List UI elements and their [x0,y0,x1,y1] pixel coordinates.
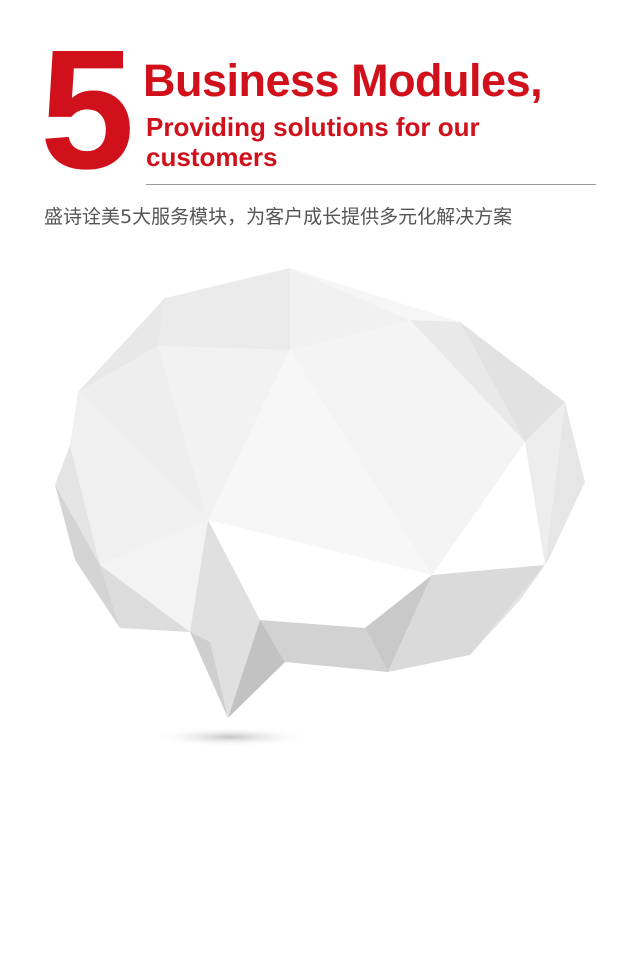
low-poly-speech-bubble-icon [55,268,585,747]
bubble-facets [55,268,585,718]
bubble-shadow [150,727,310,747]
